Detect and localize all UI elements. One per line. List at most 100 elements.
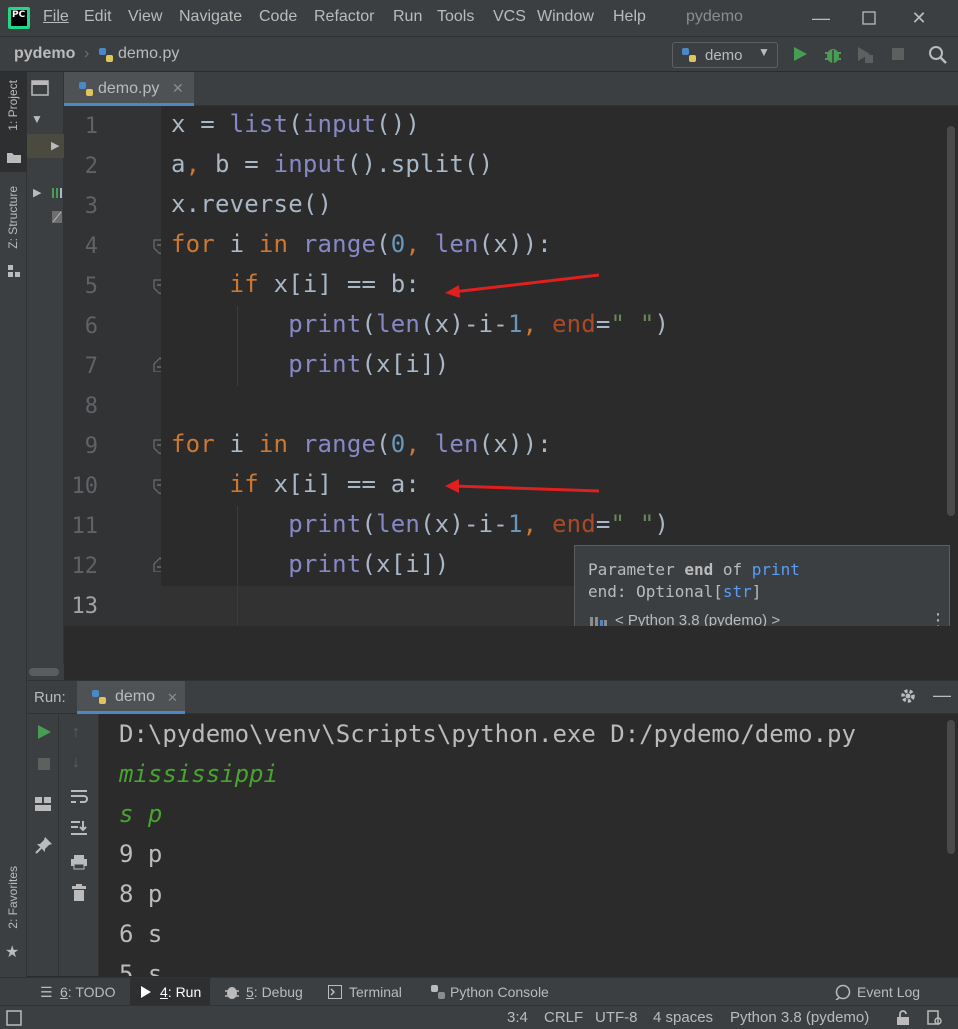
run-toolbar-secondary: ↑ ↓	[59, 714, 99, 976]
tab-demo-py[interactable]: demo.py ✕	[64, 72, 194, 106]
menu-refactor[interactable]: Refactor	[314, 8, 374, 26]
tab-debug-label: 5: Debug	[246, 984, 303, 1000]
minimize-icon[interactable]: —	[806, 6, 836, 30]
left-tool-strip: 1: Project Z: Structure 2: Favorites ★	[0, 72, 27, 977]
maximize-icon[interactable]	[854, 6, 884, 30]
run-tab-label: demo	[115, 688, 156, 705]
menu-view[interactable]: View	[128, 8, 162, 26]
run-config-selector[interactable]: demo ▼	[672, 42, 778, 68]
soft-wrap-icon[interactable]	[70, 788, 88, 809]
code-line-12: print(x[i])	[288, 550, 450, 578]
tab-terminal-label: Terminal	[349, 984, 402, 1000]
console-input-line: mississippi	[119, 760, 278, 788]
code-line-4: for i in range(0, len(x)):	[171, 230, 552, 258]
code-line-7: print(x[i])	[288, 350, 450, 378]
run-console-output[interactable]: D:\pydemo\venv\Scripts\python.exe D:/pyd…	[99, 714, 958, 976]
tab-terminal[interactable]: Terminal	[328, 978, 418, 1006]
navigation-bar: pydemo › demo.py demo ▼	[0, 36, 958, 72]
code-line-6: print(len(x)-i-1, end=" ")	[288, 310, 670, 338]
event-log-button[interactable]: Event Log	[835, 978, 925, 1006]
run-icon[interactable]	[791, 45, 811, 65]
tab-todo[interactable]: ☰ 6: TODO	[40, 978, 120, 1006]
tab-debug[interactable]: 5: Debug	[224, 978, 314, 1006]
rerun-icon[interactable]	[36, 724, 52, 745]
search-icon[interactable]	[928, 45, 948, 65]
inspector-icon[interactable]	[926, 1010, 944, 1029]
scrollbar-thumb[interactable]	[947, 126, 955, 516]
debug-icon[interactable]	[823, 45, 843, 65]
pin-icon[interactable]	[35, 836, 53, 859]
red-arrow-annotation	[445, 479, 600, 493]
run-panel-header: Run: demo ✕ —	[27, 680, 958, 714]
interpreter-selector[interactable]: Python 3.8 (pydemo)	[730, 1009, 869, 1026]
print-icon[interactable]	[70, 854, 88, 875]
menu-run[interactable]: Run	[393, 8, 422, 26]
python-console-icon	[430, 984, 446, 1005]
close-window-icon[interactable]: ✕	[904, 6, 934, 30]
close-tab-icon[interactable]: ✕	[167, 690, 178, 706]
project-tool-tab[interactable]: 1: Project	[0, 72, 27, 172]
structure-tool-tab[interactable]: Z: Structure	[0, 182, 27, 282]
scrollbar-thumb[interactable]	[947, 720, 955, 854]
red-arrow-annotation	[445, 273, 600, 298]
line-number: 1	[84, 114, 98, 139]
line-number: 11	[71, 514, 99, 539]
favorites-tool-tab[interactable]: 2: Favorites ★	[0, 862, 27, 972]
editor-bottom-area	[64, 626, 958, 680]
menu-navigate[interactable]: Navigate	[179, 8, 242, 26]
line-number: 6	[84, 314, 98, 339]
file-encoding[interactable]: UTF-8	[595, 1009, 638, 1026]
menu-help[interactable]: Help	[613, 8, 646, 26]
tooltip-line-2: end: Optional[str]	[588, 582, 762, 601]
indent-setting[interactable]: 4 spaces	[653, 1009, 713, 1026]
python-config-icon	[681, 47, 697, 68]
hide-panel-icon[interactable]: —	[933, 685, 951, 706]
stop-icon[interactable]	[36, 756, 52, 777]
stop-icon[interactable]	[889, 45, 909, 65]
close-tab-icon[interactable]: ✕	[172, 80, 184, 97]
menu-tools[interactable]: Tools	[437, 8, 474, 26]
scrollbar-thumb[interactable]	[29, 668, 59, 676]
line-number: 9	[84, 434, 98, 459]
line-separator[interactable]: CRLF	[544, 1009, 583, 1026]
up-arrow-icon[interactable]: ↑	[72, 724, 80, 742]
breadcrumb-project[interactable]: pydemo	[14, 45, 75, 63]
menu-vcs[interactable]: VCS	[493, 8, 526, 26]
python-file-icon	[98, 47, 114, 68]
selected-tree-row[interactable]: ▶	[27, 134, 64, 158]
trash-icon[interactable]	[71, 884, 87, 907]
python-file-icon	[91, 689, 107, 710]
toggle-tool-windows-icon[interactable]	[6, 1010, 22, 1029]
menu-window[interactable]: Window	[537, 8, 594, 26]
breadcrumb-file[interactable]: demo.py	[118, 45, 179, 63]
coverage-icon[interactable]	[855, 45, 875, 65]
panel-layout-icon[interactable]	[31, 80, 49, 101]
status-bar: 3:4 CRLF UTF-8 4 spaces Python 3.8 (pyde…	[0, 1005, 958, 1029]
caret-position[interactable]: 3:4	[507, 1009, 528, 1026]
lock-icon[interactable]	[896, 1010, 910, 1029]
run-tab-demo[interactable]: demo ✕	[77, 681, 185, 714]
menu-edit[interactable]: Edit	[84, 8, 112, 26]
project-panel-scrollbar[interactable]	[27, 664, 64, 680]
scroll-to-end-icon[interactable]	[70, 820, 88, 841]
line-number: 12	[71, 554, 99, 579]
menu-file[interactable]: File	[43, 8, 69, 26]
editor-tab-bar: demo.py ✕ ✔	[64, 72, 958, 125]
python-file-icon	[78, 81, 94, 102]
down-arrow-icon[interactable]: ↓	[72, 754, 80, 772]
tree-expand-icon[interactable]: ▼	[31, 112, 43, 126]
tree-collapse-icon[interactable]: ▶	[33, 186, 41, 199]
code-line-5: if x[i] == b:	[229, 270, 421, 298]
gear-icon[interactable]	[899, 687, 917, 710]
event-log-icon	[835, 984, 851, 1005]
menu-code[interactable]: Code	[259, 8, 297, 26]
line-number: 5	[84, 274, 98, 299]
code-line-1: x = list(input())	[171, 110, 421, 138]
console-scrollbar[interactable]	[944, 714, 958, 976]
restore-layout-icon[interactable]	[34, 796, 52, 817]
more-options-icon[interactable]: ⋮	[929, 611, 947, 629]
tab-python-console[interactable]: Python Console	[430, 978, 560, 1006]
tab-run-label: 4: Run	[160, 984, 202, 1000]
line-number: 3	[84, 194, 98, 219]
tab-run[interactable]: 4: Run	[130, 978, 210, 1006]
